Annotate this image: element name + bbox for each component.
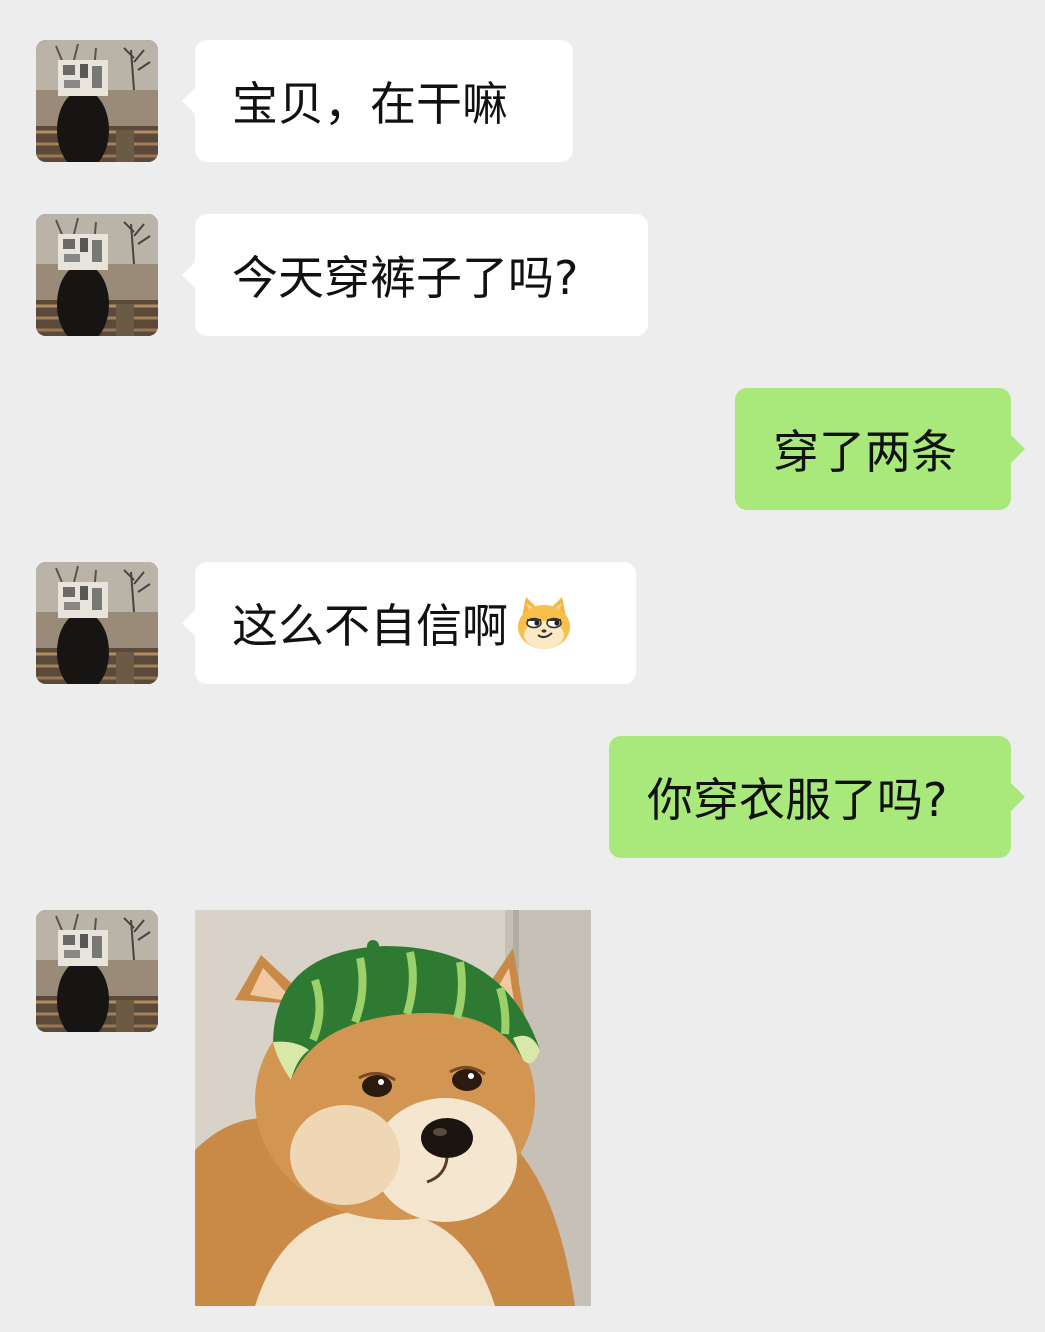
- message-bubble-outgoing[interactable]: 你穿衣服了吗?: [609, 736, 1025, 858]
- message-text: 穿了两条: [773, 425, 957, 479]
- message-text: 今天穿裤子了吗?: [232, 251, 579, 305]
- message-bubble-incoming[interactable]: 今天穿裤子了吗?: [182, 214, 648, 336]
- contact-avatar[interactable]: [36, 40, 158, 162]
- message-bubble-incoming[interactable]: 宝贝，在干嘛: [182, 40, 573, 162]
- avatar-image: [36, 910, 158, 1032]
- message-bubble-outgoing[interactable]: 穿了两条: [735, 388, 1025, 510]
- message-text: 你穿衣服了吗?: [647, 773, 948, 827]
- avatar-image: [36, 214, 158, 336]
- smirking-cat-emoji: [518, 597, 570, 649]
- contact-avatar[interactable]: [36, 562, 158, 684]
- message-bubble-incoming[interactable]: 这么不自信啊: [182, 562, 636, 684]
- contact-avatar[interactable]: [36, 214, 158, 336]
- avatar-image: [36, 562, 158, 684]
- shiba-dog-watermelon-hat-sticker[interactable]: [195, 910, 591, 1306]
- message-text: 宝贝，在干嘛: [232, 77, 508, 131]
- avatar-image: [36, 40, 158, 162]
- contact-avatar[interactable]: [36, 910, 158, 1032]
- message-text: 这么不自信啊: [232, 599, 508, 653]
